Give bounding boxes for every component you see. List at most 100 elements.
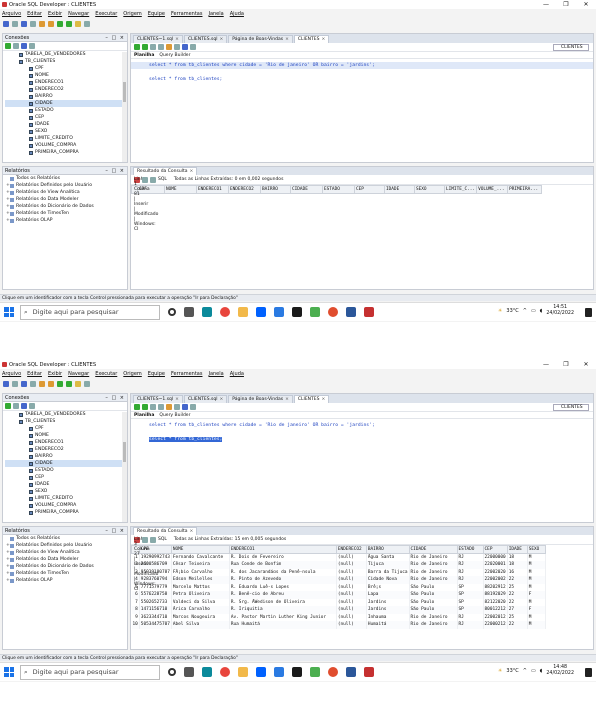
report-item[interactable]: Todos os Relatórios [6, 175, 127, 182]
tree-item[interactable]: BAIRRO [5, 453, 127, 460]
menu-item-0[interactable]: Arquivo [2, 11, 21, 17]
menu-item-5[interactable]: Origem [123, 371, 142, 377]
report-item[interactable]: + Relatórios de TimesTen [6, 570, 127, 577]
tree-item[interactable]: VOLUME_COMPRA [5, 142, 127, 149]
menu-item-8[interactable]: Janela [208, 371, 223, 377]
tree-item[interactable]: TABELA_DE_VENDEDORES [5, 411, 127, 418]
refresh-icon[interactable] [13, 403, 19, 409]
close-tab-icon[interactable]: × [219, 397, 223, 402]
menu-item-7[interactable]: Ferramentas [171, 371, 203, 377]
folder-icon[interactable] [238, 667, 248, 677]
report-item[interactable]: + Relatórios Definidos pelo Usuário [6, 182, 127, 189]
column-header[interactable]: ESTADO [322, 185, 355, 194]
sql-label[interactable]: SQL [158, 177, 167, 182]
run-script-icon[interactable] [142, 404, 148, 410]
commit-icon[interactable] [150, 404, 156, 410]
tree-item[interactable]: ENDERECO2 [5, 446, 127, 453]
notification-icon[interactable] [585, 668, 592, 677]
tray-chevron-icon[interactable]: ^ [523, 308, 527, 314]
tree-item[interactable]: CEP [5, 474, 127, 481]
weather-icon[interactable]: ☀ [498, 308, 502, 314]
report-item[interactable]: + Relatórios de View Analítica [6, 549, 127, 556]
tab-planilha[interactable]: Planilha [134, 412, 154, 418]
close-tab-icon[interactable]: × [189, 169, 193, 174]
panel-close-icon[interactable]: – □ × [105, 394, 125, 402]
tree-item[interactable]: CEP [5, 114, 127, 121]
clock[interactable]: 14:48 24/02/2022 [546, 665, 574, 677]
print-icon[interactable] [142, 176, 148, 183]
tab-query-builder[interactable]: Query Builder [159, 412, 190, 418]
filter-icon[interactable] [21, 43, 27, 49]
report-item[interactable]: + Relatórios do Data Modeler [6, 196, 127, 203]
menu-item-6[interactable]: Equipe [148, 11, 165, 17]
menu-item-2[interactable]: Exibir [48, 371, 62, 377]
tree-item[interactable]: LIMITE_CREDITO [5, 135, 127, 142]
redo-icon[interactable] [48, 21, 54, 27]
cortana-icon[interactable] [168, 308, 176, 316]
clear-icon[interactable] [190, 404, 196, 410]
column-header[interactable]: CEP [482, 545, 508, 554]
open-icon[interactable] [12, 381, 18, 387]
table-row[interactable]: 10 50534475707 Abel Silva Rua Humaitá (null)… [131, 621, 546, 629]
menu-item-4[interactable]: Executar [95, 11, 117, 17]
minimize-button[interactable]: — [536, 0, 556, 9]
column-header[interactable]: LIMITE_C... [443, 185, 478, 194]
close-tab-icon[interactable]: × [322, 397, 326, 402]
tree-item[interactable]: CIDADE [5, 100, 127, 107]
menu-item-0[interactable]: Arquivo [2, 371, 21, 377]
windows-start-icon[interactable] [4, 667, 14, 677]
close-tab-icon[interactable]: × [285, 37, 289, 42]
vscode-icon[interactable] [274, 667, 284, 677]
app-green-icon[interactable] [310, 307, 320, 317]
menu-item-7[interactable]: Ferramentas [171, 11, 203, 17]
close-tab-icon[interactable]: × [175, 37, 179, 42]
dropbox-icon[interactable] [256, 307, 266, 317]
word-icon[interactable] [346, 307, 356, 317]
schema-icon[interactable] [29, 43, 35, 49]
oracle-taskbar-icon[interactable] [364, 667, 374, 677]
tree-item[interactable]: VOLUME_COMPRA [5, 502, 127, 509]
monitor-icon[interactable] [84, 21, 90, 27]
refresh-icon[interactable] [13, 43, 19, 49]
expand-icon[interactable]: + [6, 542, 10, 549]
connection-select[interactable]: CLIENTES [553, 404, 589, 411]
menu-item-9[interactable]: Ajuda [230, 371, 244, 377]
rollback-icon[interactable] [158, 44, 164, 50]
report-item[interactable]: + Relatórios Definidos pelo Usuário [6, 542, 127, 549]
taskbar-search[interactable]: ⌕ Digite aqui para pesquisar [20, 664, 160, 680]
tab-query-result[interactable]: Resultado da Consulta × [133, 167, 198, 175]
panel-close-icon[interactable]: – □ × [105, 34, 125, 42]
format-icon[interactable] [182, 44, 188, 50]
table-row[interactable]: 2 2600586709 Cêsar Teixeira Rua Conde de Bo… [131, 561, 546, 569]
export-icon[interactable] [150, 176, 156, 183]
tree-item[interactable]: CIDADE [5, 460, 127, 467]
table-row[interactable]: 9 3623344710 Marcos Nougeuira Av. Pastor Ma… [131, 613, 546, 621]
tab-query-result[interactable]: Resultado da Consulta × [133, 527, 198, 535]
column-header[interactable]: CIDADE [290, 185, 323, 194]
forward-icon[interactable] [66, 381, 72, 387]
run-statement-icon[interactable] [134, 44, 140, 50]
expand-icon[interactable]: + [6, 182, 10, 189]
app-red-icon[interactable] [328, 307, 338, 317]
menu-item-3[interactable]: Navegar [68, 371, 89, 377]
run-statement-icon[interactable] [134, 404, 140, 410]
add-connection-icon[interactable] [5, 403, 11, 409]
pin-icon[interactable]: Linha 1 Coluna 81 | Inserir | Modificado… [134, 176, 158, 232]
save-icon[interactable] [21, 21, 27, 27]
tree-item[interactable]: SEXO [5, 488, 127, 495]
close-button[interactable]: ✕ [576, 360, 596, 369]
column-header[interactable]: CEP [354, 185, 385, 194]
tree-item[interactable]: TB_CLIENTES [5, 418, 127, 425]
report-item[interactable]: + Relatórios do Data Modeler [6, 556, 127, 563]
tab-editor-1[interactable]: CLIENTES.sql × [183, 395, 228, 403]
result-grid[interactable]: CPF NOME ENDERECO1 ENDERECO2 BAIRRO CIDADE EST… [131, 185, 543, 194]
column-header[interactable]: VOLUME_... [476, 185, 509, 194]
connection-select[interactable]: CLIENTES [553, 44, 589, 51]
pin-icon[interactable]: Linha 3 Coluna 27 | Inserir | Modificado… [134, 536, 158, 592]
menu-item-9[interactable]: Ajuda [230, 11, 244, 17]
tab-query-builder[interactable]: Query Builder [159, 52, 190, 58]
redo-icon[interactable] [48, 381, 54, 387]
menu-item-1[interactable]: Editar [27, 11, 42, 17]
forward-icon[interactable] [66, 21, 72, 27]
panel-close-icon[interactable]: – □ × [105, 527, 125, 535]
